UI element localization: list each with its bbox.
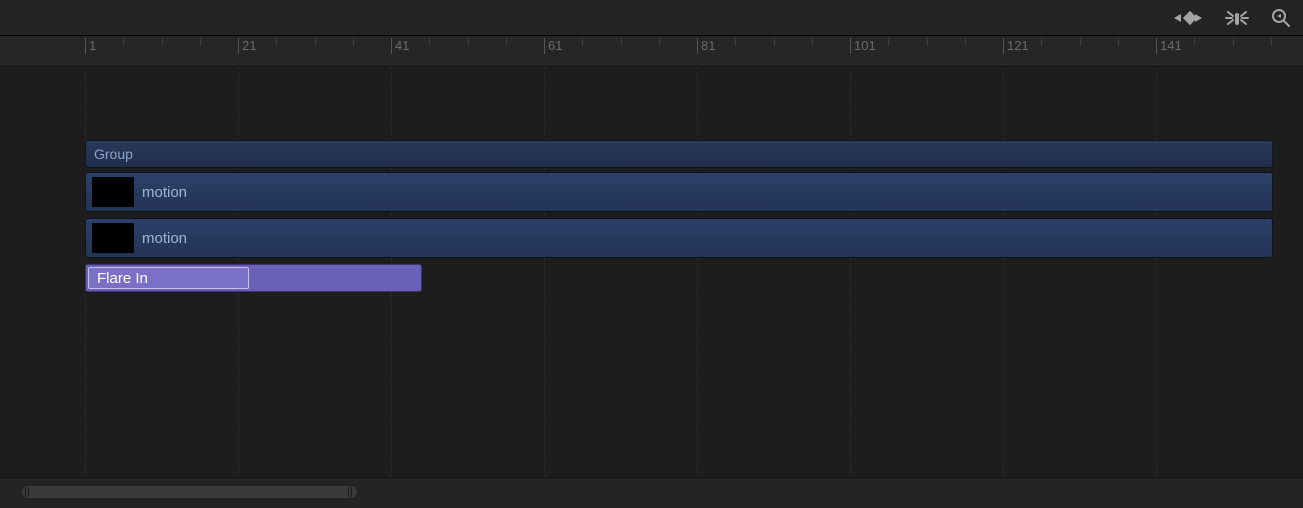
- clip-name: motion: [142, 230, 187, 247]
- ruler-label: 21: [242, 38, 256, 53]
- ruler-minor-tick: [468, 38, 469, 46]
- clip-name: motion: [142, 184, 187, 201]
- clip[interactable]: motion: [85, 218, 1273, 258]
- scrollbar-grip-right-icon[interactable]: [348, 487, 354, 497]
- ruler-label: 101: [854, 38, 876, 53]
- ruler-minor-tick: [965, 38, 966, 46]
- keyframe-icon[interactable]: [1173, 10, 1203, 26]
- ruler-minor-tick: [200, 38, 201, 46]
- group-label: Group: [94, 146, 133, 162]
- timeline-ruler[interactable]: 121416181101121141: [0, 35, 1303, 67]
- ruler-minor-tick: [353, 38, 354, 46]
- clip[interactable]: motion: [85, 172, 1273, 212]
- ruler-minor-tick: [735, 38, 736, 46]
- ruler-minor-tick: [582, 38, 583, 46]
- ruler-minor-tick: [812, 38, 813, 46]
- ruler-label: 1: [89, 38, 96, 53]
- ruler-minor-tick: [1194, 38, 1195, 46]
- ruler-minor-tick: [1233, 38, 1234, 46]
- ruler-label: 61: [548, 38, 562, 53]
- behavior-lane: Flare In: [85, 264, 1273, 294]
- zoom-icon[interactable]: [1271, 8, 1291, 28]
- ruler-minor-tick: [1118, 38, 1119, 46]
- ruler-minor-tick: [1041, 38, 1042, 46]
- ruler-minor-tick: [659, 38, 660, 46]
- ruler-label: 81: [701, 38, 715, 53]
- clip-thumbnail: [92, 223, 134, 253]
- track-area[interactable]: Group motion motion Flare In: [0, 67, 1303, 477]
- snap-icon[interactable]: [1225, 9, 1249, 27]
- ruler-minor-tick: [621, 38, 622, 46]
- lanes: Group motion motion Flare In: [85, 140, 1273, 294]
- ruler-label: 41: [395, 38, 409, 53]
- scrollbar-track[interactable]: [22, 486, 357, 498]
- ruler-minor-tick: [429, 38, 430, 46]
- ruler-label: 121: [1007, 38, 1029, 53]
- ruler-minor-tick: [888, 38, 889, 46]
- toolbar: [0, 0, 1303, 35]
- ruler-minor-tick: [276, 38, 277, 46]
- ruler-label: 141: [1160, 38, 1182, 53]
- ruler-minor-tick: [1080, 38, 1081, 46]
- ruler-minor-tick: [506, 38, 507, 46]
- behavior-clip[interactable]: Flare In: [85, 264, 422, 292]
- group-bar[interactable]: Group: [85, 140, 1273, 168]
- ruler-minor-tick: [774, 38, 775, 46]
- clip-thumbnail: [92, 177, 134, 207]
- bottom-bar: [0, 477, 1303, 508]
- ruler-minor-tick: [162, 38, 163, 46]
- behavior-name: Flare In: [97, 270, 148, 287]
- ruler-minor-tick: [123, 38, 124, 46]
- ruler-minor-tick: [1271, 38, 1272, 46]
- scrollbar-grip-left-icon[interactable]: [25, 487, 31, 497]
- ruler-minor-tick: [927, 38, 928, 46]
- ruler-minor-tick: [315, 38, 316, 46]
